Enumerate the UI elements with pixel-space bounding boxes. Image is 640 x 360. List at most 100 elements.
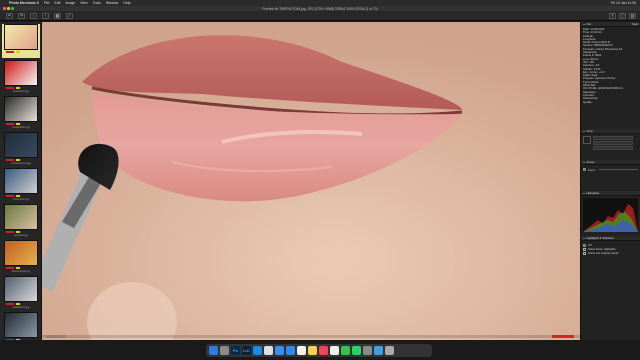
disclosure-triangle-icon[interactable] bbox=[583, 237, 585, 239]
thumb-tags bbox=[2, 338, 40, 340]
color-class-tag[interactable] bbox=[6, 302, 14, 306]
thumbnail-image bbox=[4, 240, 38, 266]
app-menu[interactable]: Photo Mechanic 6 bbox=[9, 1, 39, 5]
info-section-title: Info bbox=[586, 21, 592, 26]
thumb-filename: cityskyline.jpg bbox=[12, 198, 29, 201]
whatsapp-icon[interactable] bbox=[352, 346, 361, 355]
thumbnail-image bbox=[4, 276, 38, 302]
previous-icon[interactable]: ‹ bbox=[30, 12, 37, 19]
filmstrip-thumb[interactable]: cityskyline.jpg bbox=[2, 168, 40, 202]
star-rating-tag[interactable] bbox=[16, 302, 20, 306]
safari-icon[interactable] bbox=[253, 346, 262, 355]
zoom-slider[interactable] bbox=[599, 169, 638, 170]
filmstrip-thumb[interactable] bbox=[2, 24, 40, 58]
crop-icon[interactable] bbox=[583, 136, 591, 144]
menu-help[interactable]: Help bbox=[123, 1, 130, 5]
lightroom-icon[interactable]: LrC bbox=[242, 346, 251, 355]
music-icon[interactable] bbox=[319, 346, 328, 355]
compare-icon[interactable]: ▦ bbox=[54, 12, 61, 19]
preview-toolbar: ↶ ↷ ‹ › ▦ ✓ ⇪ ⓘ ▤ bbox=[0, 11, 640, 21]
rotate-right-icon[interactable]: ↷ bbox=[18, 12, 25, 19]
scrollbar-thumb[interactable] bbox=[46, 335, 66, 338]
crop-settings-button[interactable] bbox=[593, 146, 633, 150]
disclosure-triangle-icon[interactable] bbox=[583, 130, 585, 132]
messages-icon[interactable] bbox=[341, 346, 350, 355]
hl-shadow-checkbox[interactable] bbox=[583, 251, 586, 255]
mail-icon[interactable] bbox=[275, 346, 284, 355]
thumbnail-image bbox=[4, 60, 38, 86]
color-class-tag[interactable] bbox=[6, 50, 14, 54]
disclosure-triangle-icon[interactable] bbox=[583, 161, 585, 163]
share-icon[interactable]: ⇪ bbox=[609, 12, 616, 19]
info-list: Date: 14.08.2021 Time: 13:10:44 Latitude: L… bbox=[581, 27, 640, 129]
close-window-button[interactable] bbox=[3, 7, 6, 10]
next-icon[interactable]: › bbox=[42, 12, 49, 19]
color-class-tag[interactable] bbox=[6, 230, 14, 234]
calendar-icon[interactable] bbox=[297, 346, 306, 355]
window-controls bbox=[3, 7, 14, 10]
disclosure-triangle-icon[interactable] bbox=[583, 192, 585, 194]
notes-icon[interactable] bbox=[308, 346, 317, 355]
star-rating-tag[interactable] bbox=[16, 86, 20, 90]
photo-preview[interactable] bbox=[42, 22, 580, 340]
filmstrip-thumb[interactable]: portraitA.jpg bbox=[2, 204, 40, 238]
filmstrip-thumb[interactable]: architectureA.jpg bbox=[2, 132, 40, 166]
color-class-tag[interactable] bbox=[6, 86, 14, 90]
menu-view[interactable]: View bbox=[80, 1, 88, 5]
zoom-window-button[interactable] bbox=[11, 7, 14, 10]
settings-icon[interactable] bbox=[363, 346, 372, 355]
disclosure-triangle-icon[interactable] bbox=[583, 23, 585, 25]
thumb-filename: couplebride.jpg bbox=[12, 126, 30, 129]
toolbar-right-group: ⇪ ⓘ ▤ bbox=[609, 12, 636, 19]
star-rating-tag[interactable] bbox=[16, 122, 20, 126]
crop-reset-button[interactable] bbox=[593, 141, 633, 145]
star-rating-tag[interactable] bbox=[16, 230, 20, 234]
horizontal-scrollbar[interactable] bbox=[42, 335, 580, 338]
info-panel-toggle-icon[interactable]: ⓘ bbox=[619, 12, 626, 19]
appstore-icon[interactable] bbox=[286, 346, 295, 355]
hl-blown-checkbox[interactable] bbox=[583, 247, 586, 251]
filmstrip[interactable]: lipstickred.jpg couplebride.jpg architectu… bbox=[0, 22, 42, 340]
filmstrip-thumb[interactable]: couplebride.jpg bbox=[2, 96, 40, 130]
color-class-tag[interactable] bbox=[6, 266, 14, 270]
crop-button[interactable] bbox=[593, 136, 633, 140]
star-rating-tag[interactable] bbox=[16, 158, 20, 162]
star-rating-tag[interactable] bbox=[16, 50, 20, 54]
crop-section-title: Crop bbox=[586, 128, 593, 133]
star-rating-tag[interactable] bbox=[16, 338, 20, 340]
rotate-left-icon[interactable]: ↶ bbox=[6, 12, 13, 19]
color-class-tag[interactable] bbox=[6, 122, 14, 126]
filmstrip-thumb[interactable]: bridalshoot.jpg bbox=[2, 276, 40, 310]
tag-icon[interactable]: ✓ bbox=[66, 12, 73, 19]
filmstrip-thumb[interactable]: lipstickred.jpg bbox=[2, 60, 40, 94]
photos-icon[interactable] bbox=[330, 346, 339, 355]
zoom-controls: Zoom bbox=[581, 165, 640, 191]
folder-icon[interactable] bbox=[374, 346, 383, 355]
thumbnail-image bbox=[4, 24, 38, 50]
menu-edit[interactable]: Edit bbox=[54, 1, 60, 5]
trash-icon[interactable] bbox=[385, 346, 394, 355]
color-class-tag[interactable] bbox=[6, 158, 14, 162]
zoom-radio[interactable] bbox=[583, 168, 586, 171]
chrome-icon[interactable] bbox=[264, 346, 273, 355]
finder-icon[interactable] bbox=[209, 346, 218, 355]
menu-tools[interactable]: Tools bbox=[93, 1, 101, 5]
color-class-tag[interactable] bbox=[6, 194, 14, 198]
tools-panel-toggle-icon[interactable]: ▤ bbox=[629, 12, 636, 19]
menubar-clock[interactable]: Fri 14 Jan 11:34 bbox=[611, 1, 636, 5]
zones-section-title: Zones bbox=[586, 159, 595, 164]
menu-image[interactable]: Image bbox=[65, 1, 75, 5]
star-rating-tag[interactable] bbox=[16, 266, 20, 270]
color-class-tag[interactable] bbox=[6, 338, 14, 340]
info-line: Quality: bbox=[583, 100, 593, 104]
photoshop-icon[interactable]: Ps bbox=[231, 346, 240, 355]
filmstrip-thumb[interactable] bbox=[2, 312, 40, 340]
menu-file[interactable]: File bbox=[44, 1, 50, 5]
minimize-window-button[interactable] bbox=[7, 7, 10, 10]
launchpad-icon[interactable] bbox=[220, 346, 229, 355]
menu-window[interactable]: Window bbox=[106, 1, 118, 5]
hl-off-radio[interactable] bbox=[583, 243, 586, 247]
filmstrip-thumb[interactable]: streetpeople.jpg bbox=[2, 240, 40, 274]
tools-tab[interactable]: Tools bbox=[631, 22, 638, 27]
star-rating-tag[interactable] bbox=[16, 194, 20, 198]
